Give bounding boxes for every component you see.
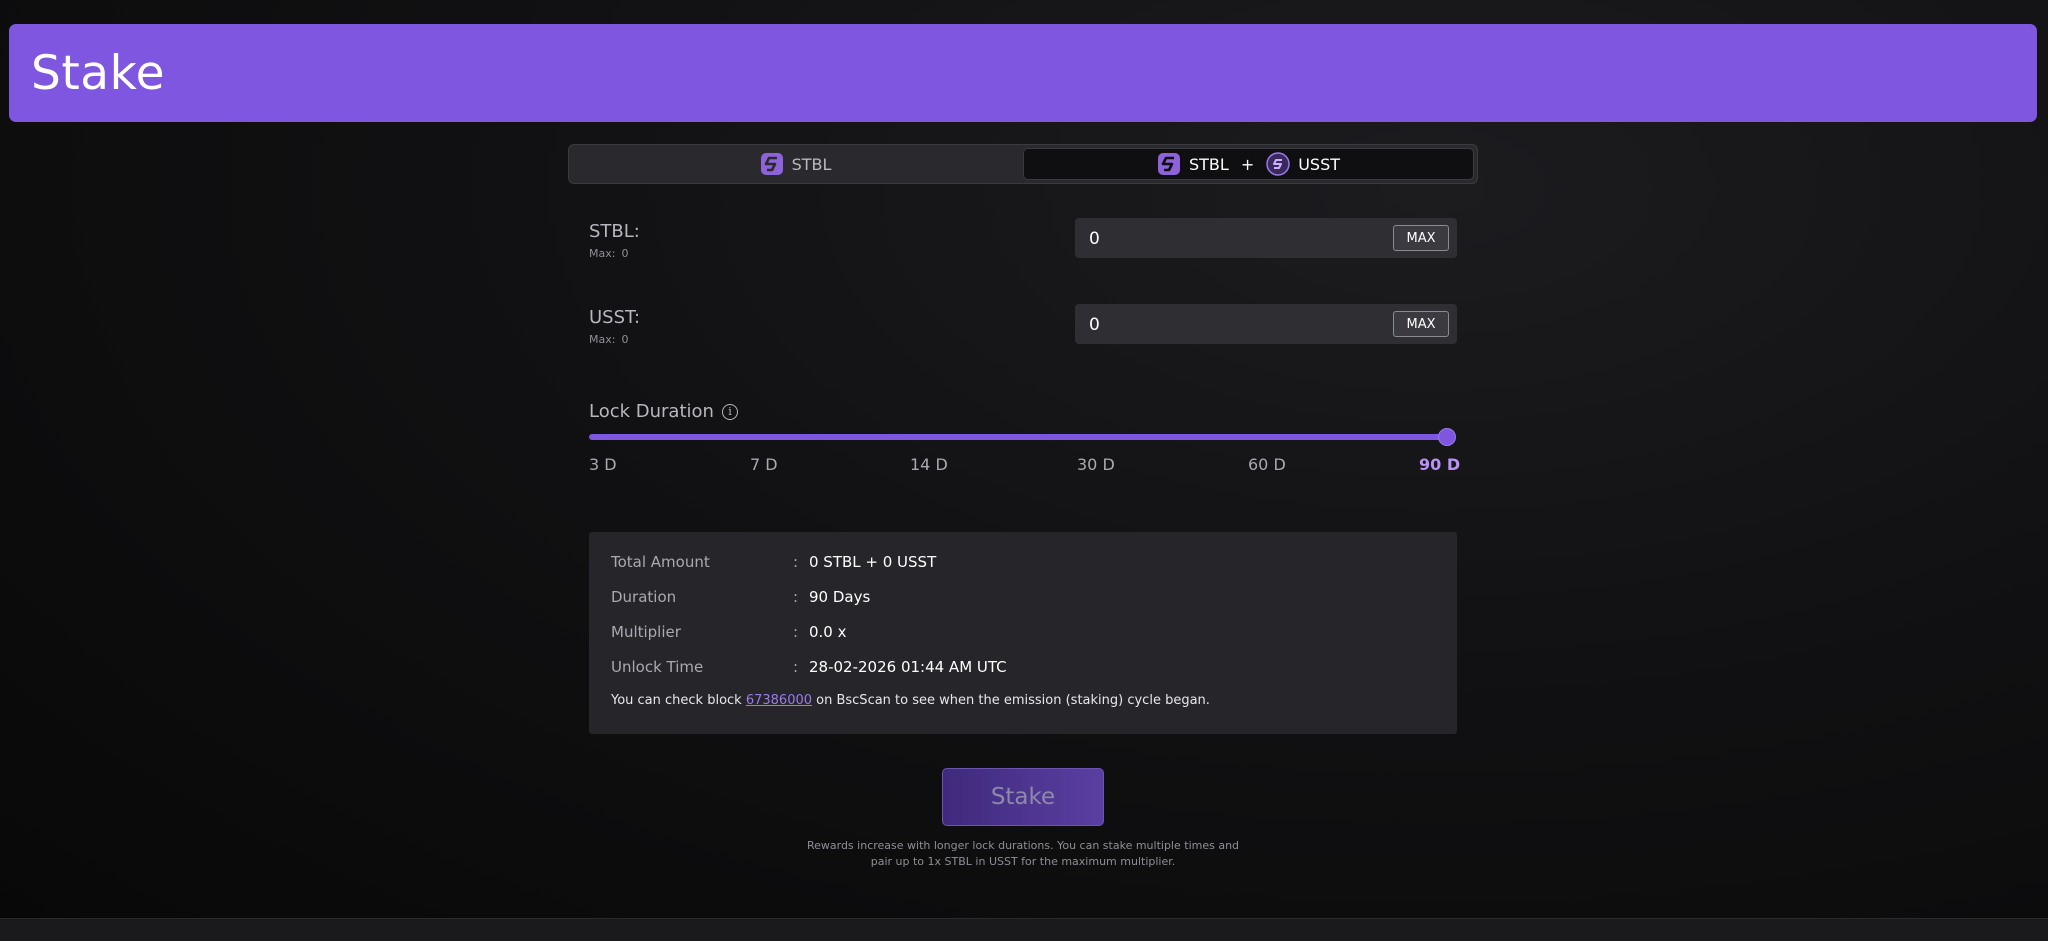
lock-duration-label: Lock Duration xyxy=(589,401,714,422)
stbl-field-label: STBL: xyxy=(589,221,640,242)
tab-stbl-label: STBL xyxy=(791,154,832,174)
summary-colon: : xyxy=(793,623,799,641)
summary-multiplier-row: Multiplier : 0.0 x xyxy=(611,623,1451,647)
footnote-line-2: pair up to 1x STBL in USST for the maxim… xyxy=(870,855,1176,868)
summary-total-label: Total Amount xyxy=(611,553,710,571)
note-prefix: You can check block xyxy=(611,693,746,708)
lock-duration-slider-handle[interactable] xyxy=(1438,428,1456,446)
footnote-line-1: Rewards increase with longer lock durati… xyxy=(806,839,1240,852)
summary-total-row: Total Amount : 0 STBL + 0 USST xyxy=(611,553,1451,577)
summary-colon: : xyxy=(793,553,799,571)
usst-coin-icon xyxy=(1266,152,1290,176)
note-suffix: on BscScan to see when the emission (sta… xyxy=(812,693,1210,708)
stbl-input-box: MAX xyxy=(1075,218,1457,258)
bottom-bar xyxy=(0,918,2048,941)
stbl-coin-icon xyxy=(760,153,783,175)
page-title: Stake xyxy=(31,46,166,101)
stake-button[interactable]: Stake xyxy=(942,768,1104,826)
lock-option-30d[interactable]: 30 D xyxy=(1077,455,1115,474)
usst-max-label: Max: xyxy=(589,333,616,346)
usst-amount-row: USST: Max: 0 MAX xyxy=(589,304,1457,351)
summary-duration-label: Duration xyxy=(611,588,677,606)
usst-input-box: MAX xyxy=(1075,304,1457,344)
usst-field-label: USST: xyxy=(589,307,641,328)
summary-unlock-value: 28-02-2026 01:44 AM UTC xyxy=(809,658,1007,676)
stake-summary-panel: Total Amount : 0 STBL + 0 USST Duration … xyxy=(589,532,1457,734)
summary-colon: : xyxy=(793,588,799,606)
summary-colon: : xyxy=(793,658,799,676)
summary-duration-value: 90 Days xyxy=(809,588,871,606)
stbl-coin-icon xyxy=(1157,153,1180,175)
tab-pair-label-b: USST xyxy=(1298,154,1341,174)
stbl-max-value: 0 xyxy=(621,247,629,260)
stbl-amount-input[interactable] xyxy=(1087,226,1371,252)
stbl-max-label: Max: xyxy=(589,247,616,260)
summary-multiplier-label: Multiplier xyxy=(611,623,681,641)
stake-page: Stake STBL STBL + USST STBL: Max: 0 0 MA… xyxy=(0,0,2048,941)
summary-duration-row: Duration : 90 Days xyxy=(611,588,1451,612)
stbl-max-button[interactable]: MAX xyxy=(1393,225,1449,251)
usst-max-value: 0 xyxy=(621,333,629,346)
page-header: Stake xyxy=(9,24,2037,122)
info-icon[interactable]: i xyxy=(721,403,738,420)
lock-option-14d[interactable]: 14 D xyxy=(910,455,948,474)
block-check-note: You can check block 67386000 on BscScan … xyxy=(611,693,1210,708)
lock-duration-label-group: Lock Duration i xyxy=(589,401,738,422)
bscscan-block-link[interactable]: 67386000 xyxy=(746,693,812,708)
summary-unlock-row: Unlock Time : 28-02-2026 01:44 AM UTC xyxy=(611,658,1451,682)
tab-stbl-usst[interactable]: STBL + USST xyxy=(1023,148,1474,180)
tab-pair-plus: + xyxy=(1240,154,1255,174)
rewards-footnote: Rewards increase with longer lock durati… xyxy=(790,838,1256,870)
stbl-max-info: Max: 0 xyxy=(589,247,628,260)
lock-option-3d[interactable]: 3 D xyxy=(589,455,617,474)
lock-option-60d[interactable]: 60 D xyxy=(1248,455,1286,474)
stake-mode-tabs: STBL STBL + USST xyxy=(568,144,1478,184)
usst-max-button[interactable]: MAX xyxy=(1393,311,1449,337)
usst-amount-input[interactable] xyxy=(1087,312,1371,338)
summary-total-value: 0 STBL + 0 USST xyxy=(809,553,937,571)
lock-option-7d[interactable]: 7 D xyxy=(750,455,778,474)
summary-unlock-label: Unlock Time xyxy=(611,658,704,676)
summary-multiplier-value: 0.0 x xyxy=(809,623,847,641)
stbl-amount-row: STBL: Max: 0 MAX xyxy=(589,218,1457,265)
usst-max-info: Max: 0 xyxy=(589,333,628,346)
tab-stbl[interactable]: STBL xyxy=(572,148,1019,180)
tab-pair-label-a: STBL xyxy=(1188,154,1229,174)
lock-duration-slider-track[interactable] xyxy=(589,434,1447,440)
lock-option-90d[interactable]: 90 D xyxy=(1419,455,1460,474)
